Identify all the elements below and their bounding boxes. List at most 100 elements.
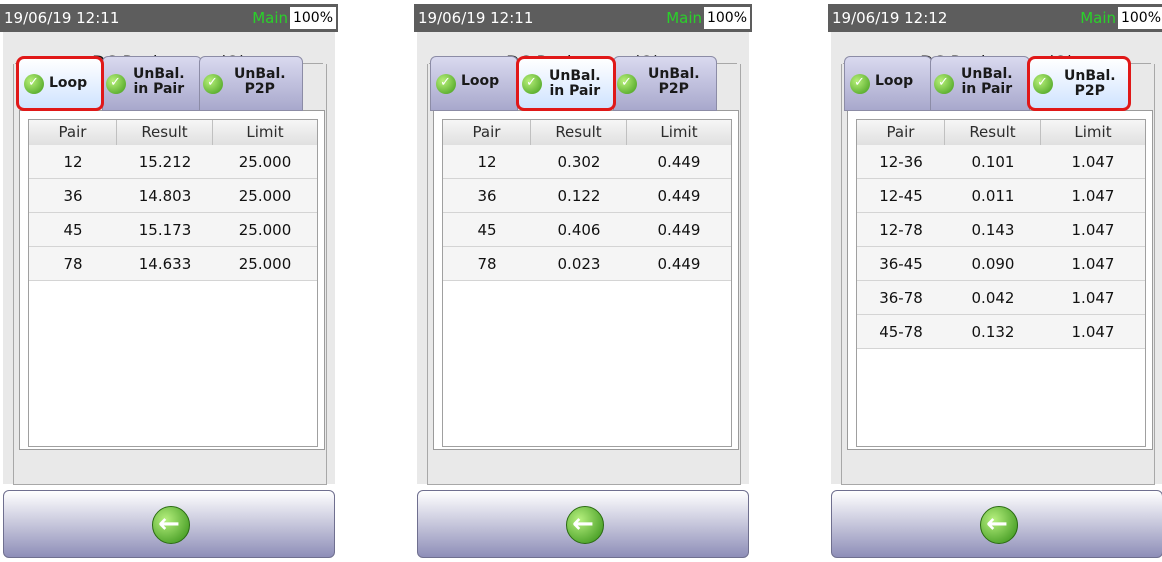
table-row[interactable]: 45 0.406 0.449	[443, 213, 731, 247]
status-bar: 19/06/19 12:12 Main 100%	[828, 4, 1162, 32]
cell-limit: 1.047	[1071, 289, 1115, 307]
results-panel: Pair Result Limit 12 0.302 0.449 36 0.122 0.449 4…	[433, 110, 739, 450]
tab-loop[interactable]: Loop	[430, 56, 518, 111]
check-circle-icon	[850, 73, 870, 94]
tab-label: Loop	[461, 73, 500, 89]
column-header-pair: Pair	[443, 120, 531, 145]
device-screen-2: 19/06/19 12:11Main100%DC Resistance (Ω)L…	[414, 4, 752, 558]
table-row[interactable]: 12 15.212 25.000	[29, 145, 317, 179]
results-panel: Pair Result Limit 12 15.212 25.000 36 14.803 25.…	[19, 110, 325, 450]
battery-indicator: 100%	[290, 7, 336, 29]
results-table: Pair Result Limit 12 0.302 0.449 36 0.122 0.449 4…	[442, 119, 732, 447]
tab-unbal-p2p[interactable]: UnBal.P2P	[199, 56, 303, 111]
tab-label: Loop	[49, 75, 88, 91]
cell-limit: 0.449	[657, 187, 701, 205]
cell-result: 0.122	[557, 187, 601, 205]
back-button[interactable]	[831, 490, 1162, 558]
cell-pair: 12	[477, 153, 497, 171]
cell-pair: 45	[477, 221, 497, 239]
cell-result: 15.173	[138, 221, 192, 239]
cell-limit: 1.047	[1071, 187, 1115, 205]
tab-label: UnBal. P2P	[1064, 68, 1116, 99]
cell-result: 0.042	[971, 289, 1015, 307]
cell-limit: 0.449	[657, 153, 701, 171]
check-circle-icon	[24, 73, 44, 94]
check-circle-icon	[934, 73, 954, 94]
status-bar: 19/06/19 12:11 Main 100%	[414, 4, 752, 32]
table-header: Pair Result Limit	[443, 120, 731, 146]
battery-indicator: 100%	[1118, 7, 1162, 29]
table-header: Pair Result Limit	[857, 120, 1145, 146]
tab-loop[interactable]: Loop	[844, 56, 932, 111]
table-header: Pair Result Limit	[29, 120, 317, 146]
tab-label: Loop	[875, 73, 914, 89]
cell-limit: 25.000	[238, 255, 292, 273]
results-panel: Pair Result Limit 12-36 0.101 1.047 12-45 0.011…	[847, 110, 1153, 450]
table-row[interactable]: 45 15.173 25.000	[29, 213, 317, 247]
tab-unbal-in-pair[interactable]: UnBal.in Pair	[930, 56, 1030, 111]
table-row[interactable]: 78 0.023 0.449	[443, 247, 731, 281]
table-row[interactable]: 36-45 0.090 1.047	[857, 247, 1145, 281]
device-screen-3: 19/06/19 12:12Main100%DC Resistance (Ω)L…	[828, 4, 1162, 558]
table-row[interactable]: 36 14.803 25.000	[29, 179, 317, 213]
cell-result: 0.011	[971, 187, 1015, 205]
tab-label: UnBal. in Pair	[133, 66, 185, 97]
tab-unbal-p2p[interactable]: UnBal.P2P	[613, 56, 717, 111]
device-screen-1: 19/06/19 12:11Main100%DC Resistance (Ω)L…	[0, 4, 338, 558]
check-circle-icon	[203, 73, 223, 94]
table-row[interactable]: 12-36 0.101 1.047	[857, 145, 1145, 179]
back-button[interactable]	[3, 490, 335, 558]
cell-limit: 0.449	[657, 221, 701, 239]
column-header-result: Result	[945, 120, 1041, 145]
cell-pair: 12-78	[879, 221, 923, 239]
battery-indicator: 100%	[704, 7, 750, 29]
check-circle-icon	[617, 73, 637, 94]
back-arrow-icon	[980, 506, 1018, 544]
check-circle-icon	[106, 73, 126, 94]
table-row[interactable]: 78 14.633 25.000	[29, 247, 317, 281]
table-row[interactable]: 36-78 0.042 1.047	[857, 281, 1145, 315]
cell-limit: 25.000	[238, 153, 292, 171]
tab-label: UnBal. in Pair	[549, 68, 601, 99]
tab-unbal-in-pair[interactable]: UnBal.in Pair	[516, 56, 616, 111]
cell-pair: 78	[477, 255, 497, 273]
tab-label: UnBal. in Pair	[961, 66, 1013, 97]
cell-pair: 45-78	[879, 323, 923, 341]
results-table: Pair Result Limit 12 15.212 25.000 36 14.803 25.…	[28, 119, 318, 447]
table-row[interactable]: 45-78 0.132 1.047	[857, 315, 1145, 349]
cell-pair: 36-78	[879, 289, 923, 307]
table-row[interactable]: 12 0.302 0.449	[443, 145, 731, 179]
status-time: 19/06/19 12:12	[832, 9, 948, 27]
status-bar: 19/06/19 12:11 Main 100%	[0, 4, 338, 32]
column-header-result: Result	[531, 120, 627, 145]
cell-result: 14.633	[138, 255, 192, 273]
cell-result: 0.143	[971, 221, 1015, 239]
column-header-result: Result	[117, 120, 213, 145]
tab-unbal-in-pair[interactable]: UnBal.in Pair	[102, 56, 202, 111]
cell-result: 15.212	[138, 153, 192, 171]
check-circle-icon	[436, 73, 456, 94]
cell-limit: 1.047	[1071, 323, 1115, 341]
tab-unbal-p2p[interactable]: UnBal.P2P	[1027, 56, 1131, 111]
back-button[interactable]	[417, 490, 749, 558]
cell-pair: 36	[477, 187, 497, 205]
cell-pair: 78	[63, 255, 83, 273]
cell-limit: 25.000	[238, 221, 292, 239]
cell-pair: 12-45	[879, 187, 923, 205]
tab-loop[interactable]: Loop	[16, 56, 104, 111]
tab-label: UnBal. P2P	[234, 66, 286, 97]
table-row[interactable]: 36 0.122 0.449	[443, 179, 731, 213]
table-row[interactable]: 12-45 0.011 1.047	[857, 179, 1145, 213]
column-header-limit: Limit	[246, 123, 284, 141]
check-circle-icon	[1033, 73, 1053, 94]
table-row[interactable]: 12-78 0.143 1.047	[857, 213, 1145, 247]
tab-label: UnBal. P2P	[648, 66, 700, 97]
back-arrow-icon	[566, 506, 604, 544]
cell-result: 0.023	[557, 255, 601, 273]
cell-result: 0.406	[557, 221, 601, 239]
cell-limit: 1.047	[1071, 255, 1115, 273]
status-main: Main	[1080, 9, 1116, 27]
column-header-limit: Limit	[660, 123, 698, 141]
check-circle-icon	[522, 73, 542, 94]
cell-result: 14.803	[138, 187, 192, 205]
